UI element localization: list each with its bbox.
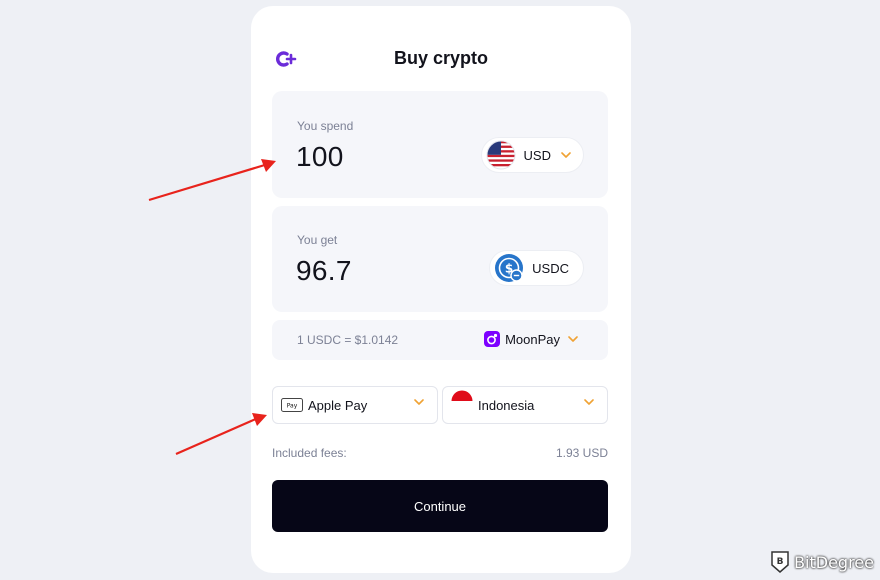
watermark-text: BitDegree bbox=[794, 552, 874, 572]
provider-select[interactable]: MoonPay bbox=[484, 331, 578, 347]
get-label: You get bbox=[297, 233, 338, 247]
bitdegree-shield-icon: B bbox=[771, 551, 789, 573]
payment-method-select[interactable]: Pay Apple Pay bbox=[272, 386, 438, 424]
get-currency-label: USDC bbox=[532, 260, 569, 276]
spend-panel: You spend 100 USD bbox=[272, 91, 608, 198]
chevron-down-icon bbox=[584, 399, 594, 405]
svg-text:Pay: Pay bbox=[287, 403, 298, 410]
get-currency-select[interactable]: $ USDC bbox=[489, 250, 584, 286]
watermark: B BitDegree bbox=[770, 550, 874, 574]
widget-header: Buy crypto bbox=[251, 44, 631, 84]
spend-currency-select[interactable]: USD bbox=[480, 137, 584, 173]
payment-method-label: Apple Pay bbox=[308, 397, 368, 413]
chevron-down-icon bbox=[568, 336, 578, 342]
rate-row: 1 USDC = $1.0142 MoonPay bbox=[272, 320, 608, 360]
country-label: Indonesia bbox=[478, 397, 535, 413]
spend-amount-input[interactable]: 100 bbox=[296, 141, 344, 173]
get-panel: You get 96.7 $ USDC bbox=[272, 206, 608, 312]
provider-label: MoonPay bbox=[505, 331, 560, 347]
spend-label: You spend bbox=[297, 119, 354, 133]
continue-button[interactable]: Continue bbox=[272, 480, 608, 532]
spend-currency-label: USD bbox=[523, 147, 551, 163]
page-title: Buy crypto bbox=[393, 48, 489, 68]
fees-value: 1.93 USD bbox=[555, 446, 608, 460]
fees-label: Included fees: bbox=[272, 446, 347, 460]
chevron-down-icon bbox=[414, 399, 424, 405]
buy-crypto-widget: Buy crypto You spend 100 USD You get 96.… bbox=[251, 6, 631, 573]
indonesia-flag-icon bbox=[451, 390, 473, 412]
svg-text:B: B bbox=[777, 557, 784, 567]
get-amount: 96.7 bbox=[296, 255, 352, 286]
country-select[interactable]: Indonesia bbox=[442, 386, 608, 424]
moonpay-icon bbox=[484, 331, 501, 347]
exchange-rate: 1 USDC = $1.0142 bbox=[297, 333, 399, 347]
chevron-down-icon bbox=[561, 152, 571, 158]
apple-pay-icon: Pay bbox=[281, 398, 303, 412]
usdc-icon: $ bbox=[495, 254, 524, 282]
us-flag-icon bbox=[486, 140, 516, 170]
